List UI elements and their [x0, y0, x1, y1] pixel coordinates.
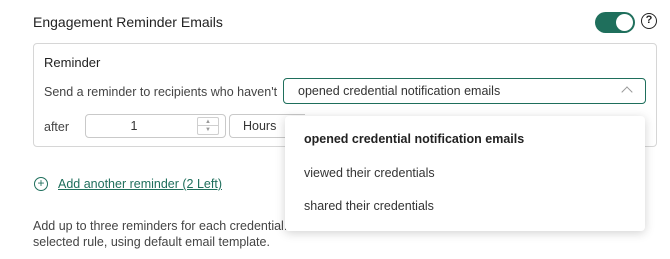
- help-text: Add up to three reminders for each crede…: [33, 218, 288, 252]
- section-title: Engagement Reminder Emails: [33, 14, 223, 30]
- plus-circle-icon: +: [34, 177, 48, 191]
- stepper-buttons: ▲ ▼: [197, 117, 219, 135]
- condition-dropdown-menu: opened credential notification emails vi…: [285, 116, 645, 231]
- condition-select[interactable]: opened credential notification emails: [283, 78, 646, 104]
- toggle-knob: [616, 14, 633, 31]
- stepper-up-icon[interactable]: ▲: [198, 118, 218, 126]
- add-reminder-label: Add another reminder (2 Left): [58, 177, 222, 191]
- help-icon[interactable]: ?: [641, 13, 657, 29]
- amount-stepper[interactable]: 1 ▲ ▼: [85, 114, 226, 138]
- dropdown-option-shared[interactable]: shared their credentials: [304, 199, 434, 213]
- dropdown-option-viewed[interactable]: viewed their credentials: [304, 166, 435, 180]
- engagement-reminder-toggle[interactable]: [595, 12, 635, 33]
- reminder-card-title: Reminder: [44, 55, 101, 70]
- help-text-line-2: selected rule, using default email templ…: [33, 235, 270, 249]
- unit-value: Hours: [243, 119, 277, 133]
- condition-select-value: opened credential notification emails: [298, 84, 501, 98]
- chevron-up-icon: [621, 86, 633, 98]
- after-label: after: [44, 120, 70, 134]
- stepper-down-icon[interactable]: ▼: [198, 126, 218, 134]
- help-text-line-1: Add up to three reminders for each crede…: [33, 219, 288, 233]
- send-reminder-label: Send a reminder to recipients who haven'…: [44, 85, 278, 99]
- dropdown-option-opened[interactable]: opened credential notification emails: [304, 132, 524, 146]
- amount-value: 1: [130, 119, 138, 133]
